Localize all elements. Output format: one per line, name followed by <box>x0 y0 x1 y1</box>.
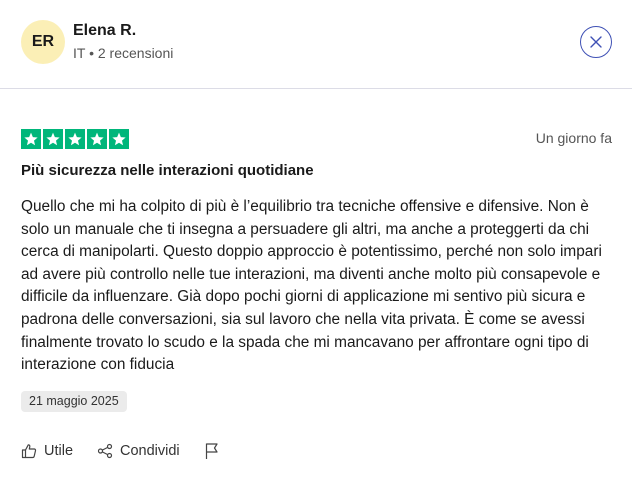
star-icon <box>21 129 41 149</box>
flag-icon <box>205 443 218 459</box>
star-icon <box>109 129 129 149</box>
reviewer-name[interactable]: Elena R. <box>73 22 136 40</box>
header-divider <box>0 88 632 89</box>
star-icon <box>43 129 63 149</box>
star-icon <box>87 129 107 149</box>
close-icon <box>590 36 602 48</box>
avatar: ER <box>21 20 65 64</box>
reviewer-header: ER Elena R. IT • 2 recensioni <box>0 0 632 89</box>
close-button[interactable] <box>580 26 612 58</box>
review-actions: Utile Condividi <box>21 442 244 460</box>
review-title: Più sicurezza nelle interazioni quotidia… <box>21 162 314 179</box>
star-rating <box>21 129 129 149</box>
share-label: Condividi <box>120 443 180 459</box>
share-icon <box>97 443 113 459</box>
reviewer-meta: IT • 2 recensioni <box>73 45 174 61</box>
star-icon <box>65 129 85 149</box>
report-button[interactable] <box>204 442 220 460</box>
useful-button[interactable]: Utile <box>21 443 73 459</box>
thumbs-up-icon <box>21 444 37 459</box>
share-button[interactable]: Condividi <box>97 443 180 459</box>
useful-label: Utile <box>44 443 74 459</box>
review-time-ago: Un giorno fa <box>535 130 612 146</box>
experience-date-badge: 21 maggio 2025 <box>21 391 127 412</box>
review-text: Quello che mi ha colpito di più è l’equi… <box>21 198 602 374</box>
